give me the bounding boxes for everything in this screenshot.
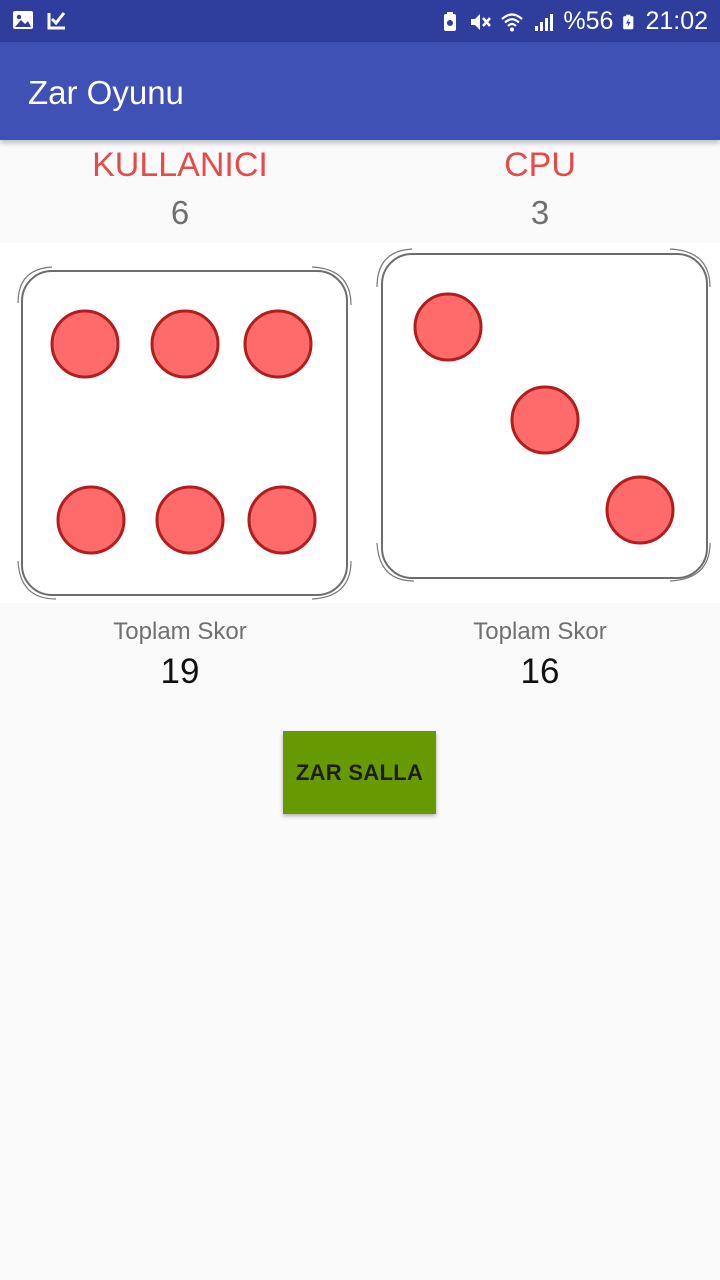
- die-pip: [510, 385, 580, 455]
- die-pip: [413, 292, 483, 362]
- mute-icon: [471, 13, 492, 30]
- player-name-user: KULLANICI: [92, 146, 268, 184]
- die-pip: [605, 475, 675, 545]
- die-pip: [50, 309, 120, 379]
- battery-charging-icon: [623, 14, 634, 29]
- signal-icon: [535, 13, 554, 31]
- image-icon: [13, 11, 33, 29]
- status-time: 21:02: [645, 7, 708, 35]
- die-pip: [247, 485, 317, 555]
- wifi-icon: [501, 12, 524, 31]
- app-title: Zar Oyunu: [28, 74, 184, 111]
- score-value-cpu: 16: [520, 652, 560, 691]
- die-pip: [155, 485, 225, 555]
- die-cpu: [376, 248, 711, 582]
- die-pip: [56, 485, 126, 555]
- battery-percent: %56: [563, 7, 614, 35]
- dice-area: [0, 243, 720, 603]
- score-label-user: Toplam Skor: [113, 618, 247, 645]
- roll-dice-button[interactable]: ZAR SALLA: [283, 731, 436, 814]
- status-bar: %56 21:02: [0, 0, 720, 42]
- score-value-user: 19: [160, 652, 200, 691]
- player-name-cpu: CPU: [504, 146, 576, 184]
- die-pip: [243, 309, 313, 379]
- battery-saver-icon: [444, 11, 457, 31]
- dice-canvas: [17, 248, 711, 600]
- check-download-icon: [47, 12, 66, 30]
- die-pip: [150, 309, 220, 379]
- player-roll-cpu: 3: [530, 194, 550, 231]
- score-label-cpu: Toplam Skor: [473, 618, 607, 645]
- die-user: [17, 266, 352, 600]
- app-bar: Zar Oyunu: [0, 42, 720, 140]
- player-roll-user: 6: [170, 194, 190, 231]
